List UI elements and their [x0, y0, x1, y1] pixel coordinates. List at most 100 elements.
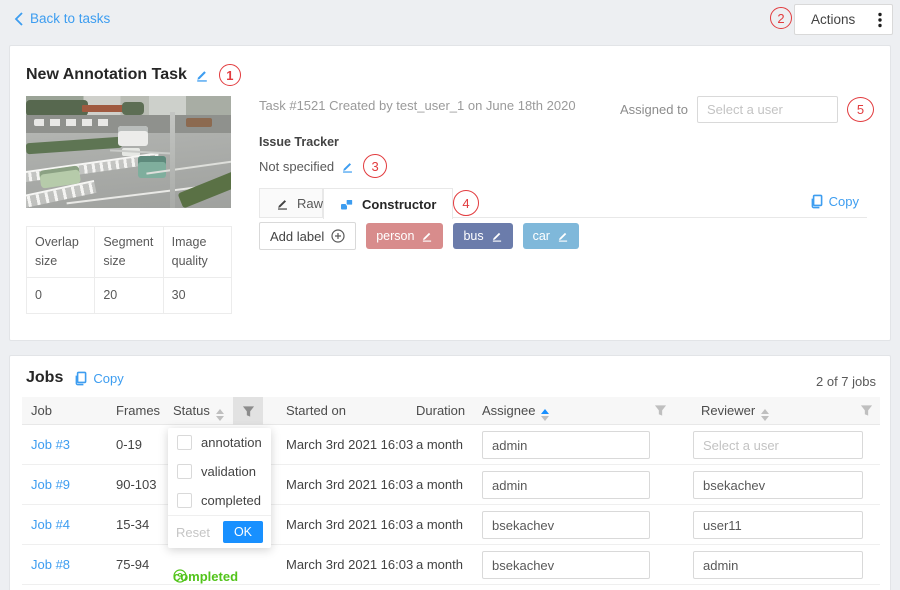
- job-link[interactable]: Job #8: [31, 557, 70, 572]
- jobs-title: Jobs: [26, 369, 63, 387]
- preview-teal-van: [138, 156, 166, 178]
- svg-text:?: ?: [177, 571, 182, 581]
- task-preview-image: [26, 96, 231, 208]
- params-header-row: Overlap size Segment size Image quality: [27, 227, 232, 278]
- job-link[interactable]: Job #3: [31, 437, 70, 452]
- preview-awning: [82, 105, 124, 112]
- assignee-input[interactable]: [482, 551, 650, 579]
- label-chip-person[interactable]: person: [366, 223, 443, 249]
- copy-jobs-label: Copy: [93, 371, 123, 386]
- checkbox-completed[interactable]: [177, 493, 192, 508]
- task-parameters-table: Overlap size Segment size Image quality …: [26, 226, 232, 314]
- raw-edit-icon: [276, 197, 289, 210]
- annotation-circle-5: 5: [847, 97, 874, 122]
- filter-ok-button[interactable]: OK: [223, 521, 263, 543]
- actions-label: Actions: [811, 12, 855, 27]
- jobs-table-body: Job #3 0-19 March 3rd 2021 16:03 a month…: [22, 425, 880, 585]
- back-to-tasks-link[interactable]: Back to tasks: [14, 11, 110, 26]
- label-person-name: person: [376, 229, 414, 243]
- filter-option-annotation[interactable]: annotation: [168, 428, 271, 457]
- job-row-3: Job #4 15-34 March 3rd 2021 16:03 a mont…: [22, 505, 880, 545]
- tab-constructor[interactable]: Constructor: [323, 188, 453, 219]
- reviewer-input[interactable]: [693, 431, 863, 459]
- preview-median-bushes: [26, 137, 122, 155]
- assignee-filter-icon[interactable]: [654, 404, 667, 417]
- frames-cell: 90-103: [116, 477, 156, 492]
- reviewer-sort-icon[interactable]: [761, 409, 769, 421]
- label-car-name: car: [533, 229, 550, 243]
- job-link[interactable]: Job #4: [31, 517, 70, 532]
- column-started-on: Started on: [286, 403, 346, 418]
- status-filter-icon[interactable]: [233, 397, 263, 425]
- task-meta-text: Task #1521 Created by test_user_1 on Jun…: [259, 98, 576, 113]
- reviewer-input[interactable]: [693, 551, 863, 579]
- frames-cell: 15-34: [116, 517, 149, 532]
- copy-labels-link[interactable]: Copy: [809, 194, 859, 209]
- filter-option-annotation-label: annotation: [201, 435, 262, 450]
- label-chip-car[interactable]: car: [523, 223, 579, 249]
- duration-cell: a month: [416, 557, 463, 572]
- reviewer-input[interactable]: [693, 511, 863, 539]
- frames-cell: 0-19: [116, 437, 142, 452]
- started-cell: March 3rd 2021 16:03: [286, 477, 413, 492]
- filter-option-completed[interactable]: completed: [168, 486, 271, 515]
- segment-size-value: 20: [95, 277, 163, 313]
- job-row-1: Job #3 0-19 March 3rd 2021 16:03 a month: [22, 425, 880, 465]
- checkbox-annotation[interactable]: [177, 435, 192, 450]
- annotation-circle-4: 4: [453, 190, 479, 216]
- tab-constructor-label: Constructor: [362, 197, 436, 212]
- tab-raw[interactable]: Raw: [259, 188, 323, 218]
- jobs-table-header: Job Frames Status Started on Duration As…: [22, 397, 880, 425]
- preview-truck: [186, 118, 212, 127]
- add-label-button[interactable]: Add label: [259, 222, 356, 250]
- issue-tracker-row: Not specified 3: [259, 154, 387, 178]
- label-chip-bus[interactable]: bus: [453, 223, 512, 249]
- actions-button[interactable]: Actions: [794, 4, 893, 35]
- column-frames: Frames: [116, 403, 160, 418]
- annotation-circle-2: 2: [770, 7, 792, 29]
- edit-label-person-icon[interactable]: [421, 230, 433, 242]
- task-title-row: New Annotation Task 1: [26, 64, 241, 86]
- chevron-left-icon: [14, 12, 23, 26]
- assigned-to-input[interactable]: [697, 96, 838, 123]
- job-link[interactable]: Job #9: [31, 477, 70, 492]
- copy-jobs-link[interactable]: Copy: [73, 371, 123, 386]
- edit-label-car-icon[interactable]: [557, 230, 569, 242]
- filter-footer: Reset OK: [168, 515, 271, 548]
- column-status[interactable]: Status: [173, 403, 224, 421]
- status-filter-dropdown: annotation validation completed Reset OK: [168, 428, 271, 548]
- edit-task-name-icon[interactable]: [195, 68, 209, 82]
- checkbox-validation[interactable]: [177, 464, 192, 479]
- question-circle-icon[interactable]: ?: [173, 569, 187, 583]
- label-bus-name: bus: [463, 229, 483, 243]
- plus-circle-icon: [331, 229, 345, 243]
- assignee-sort-icon[interactable]: [541, 409, 549, 421]
- edit-issue-tracker-icon[interactable]: [341, 160, 354, 173]
- page: Back to tasks 2 Actions New Annotation T…: [0, 0, 900, 590]
- task-details-card: New Annotation Task 1: [9, 45, 891, 341]
- assigned-to-label: Assigned to: [620, 102, 688, 117]
- status-sort-icon[interactable]: [216, 409, 224, 421]
- assignee-input[interactable]: [482, 431, 650, 459]
- column-reviewer[interactable]: Reviewer: [701, 403, 769, 421]
- assignee-input[interactable]: [482, 511, 650, 539]
- job-row-2: Job #9 90-103 March 3rd 2021 16:03 a mon…: [22, 465, 880, 505]
- preview-pole: [170, 112, 175, 208]
- filter-reset-button[interactable]: Reset: [176, 525, 210, 540]
- preview-trees-mid: [122, 102, 144, 115]
- overlap-size-header: Overlap size: [27, 227, 95, 278]
- segment-size-header: Segment size: [95, 227, 163, 278]
- filter-option-validation[interactable]: validation: [168, 457, 271, 486]
- duration-cell: a month: [416, 517, 463, 532]
- reviewer-input[interactable]: [693, 471, 863, 499]
- copy-icon: [809, 194, 823, 209]
- kebab-menu-icon: [878, 12, 882, 28]
- column-assignee[interactable]: Assignee: [482, 403, 549, 421]
- assignee-input[interactable]: [482, 471, 650, 499]
- started-cell: March 3rd 2021 16:03: [286, 557, 413, 572]
- reviewer-filter-icon[interactable]: [860, 404, 873, 417]
- top-bar: Back to tasks 2 Actions: [0, 0, 900, 40]
- started-cell: March 3rd 2021 16:03: [286, 437, 413, 452]
- labels-tabs-bar: Raw Constructor 4 Copy: [259, 188, 867, 218]
- edit-label-bus-icon[interactable]: [491, 230, 503, 242]
